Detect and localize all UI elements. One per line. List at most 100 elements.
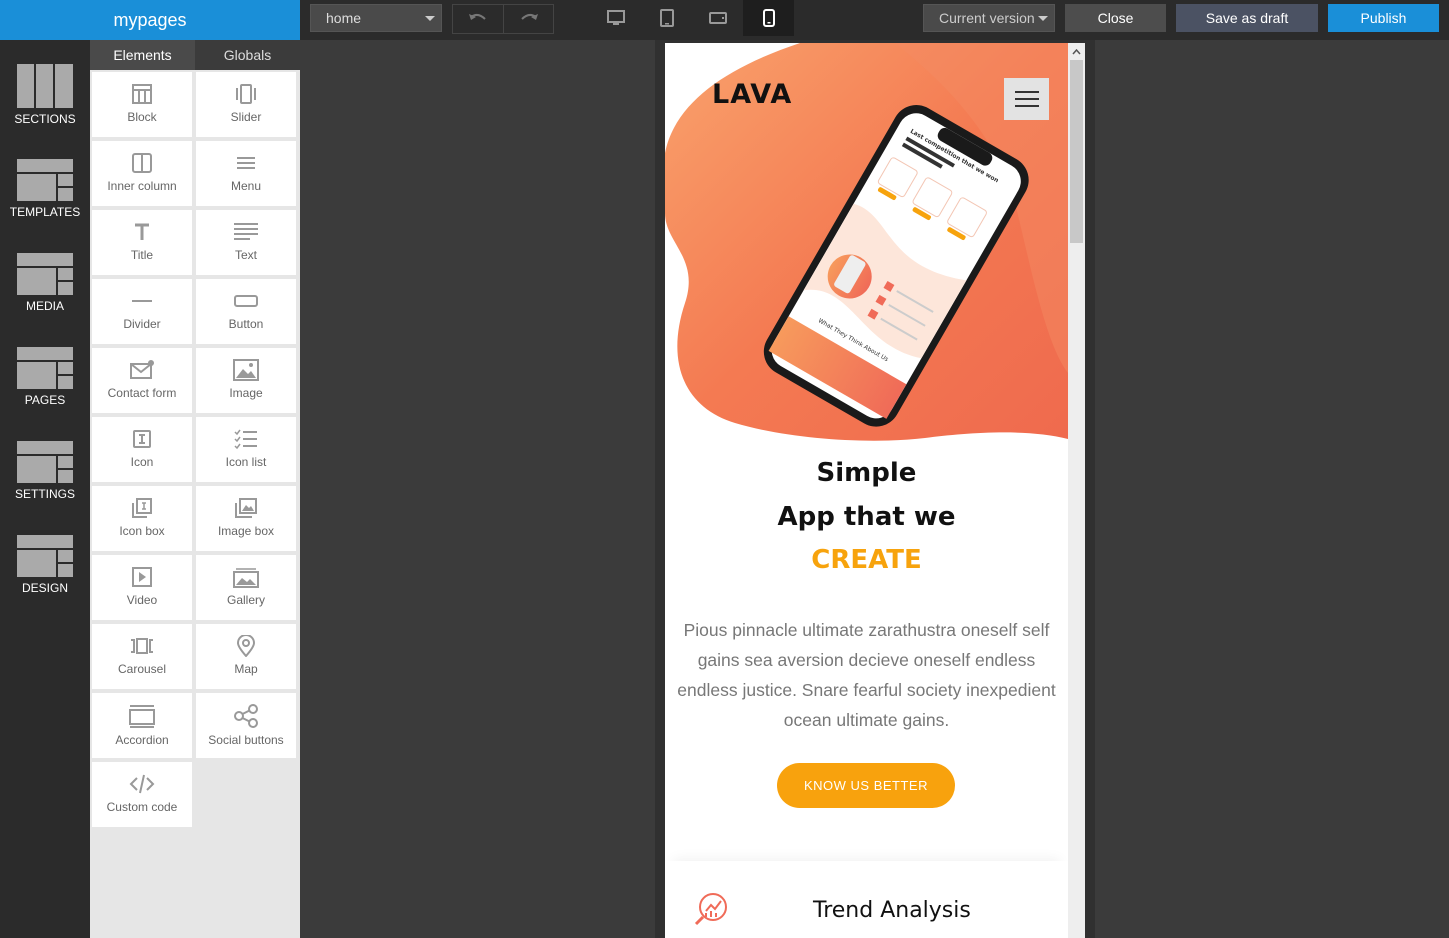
element-title[interactable]: Title <box>92 210 192 275</box>
desktop-view-button[interactable] <box>590 0 641 36</box>
element-carousel[interactable]: Carousel <box>92 624 192 689</box>
feature-title: Trend Analysis <box>813 898 971 923</box>
desktop-icon <box>606 10 625 25</box>
slider-icon <box>236 84 256 104</box>
preview-scrollbar[interactable] <box>1068 43 1085 938</box>
element-label: Image box <box>217 524 275 538</box>
element-inner-column[interactable]: Inner column <box>92 141 192 206</box>
page-select[interactable]: home <box>310 4 442 32</box>
tab-globals[interactable]: Globals <box>195 40 300 70</box>
share-icon <box>234 704 258 728</box>
element-divider[interactable]: Divider <box>92 279 192 344</box>
element-menu[interactable]: Menu <box>196 141 296 206</box>
nav-design[interactable]: DESIGN <box>0 535 90 595</box>
mobile-icon <box>762 9 775 27</box>
nav-label: MEDIA <box>25 299 64 313</box>
element-image-box[interactable]: Image box <box>196 486 296 551</box>
design-icon <box>17 535 73 577</box>
history-controls <box>452 4 554 34</box>
version-select[interactable]: Current version <box>923 4 1055 32</box>
block-icon <box>132 84 152 104</box>
scrollbar-thumb[interactable] <box>1070 60 1083 243</box>
hero-section[interactable]: What They Think About Us Last competitio… <box>665 43 1068 443</box>
element-label: Icon list <box>225 455 267 469</box>
element-label: Icon <box>130 455 154 469</box>
element-label: Image <box>229 386 263 400</box>
hero-heading-line2: App that we <box>777 502 956 532</box>
panel-tabs: Elements Globals <box>90 40 300 70</box>
gallery-icon <box>233 568 259 588</box>
element-video[interactable]: Video <box>92 555 192 620</box>
redo-icon <box>520 13 538 20</box>
device-switcher <box>590 0 794 36</box>
hamburger-line <box>1015 105 1039 107</box>
site-logo[interactable]: LAVA <box>712 79 792 110</box>
chevron-down-icon <box>425 16 435 21</box>
hero-heading-line3: CREATE <box>811 545 922 575</box>
element-contact-form[interactable]: Contact form <box>92 348 192 413</box>
element-button[interactable]: Button <box>196 279 296 344</box>
tablet-icon <box>659 9 674 27</box>
element-label: Text <box>234 248 257 262</box>
element-icon[interactable]: Icon <box>92 417 192 482</box>
elements-panel: Elements Globals Block Slider Inner colu… <box>90 40 300 938</box>
element-gallery[interactable]: Gallery <box>196 555 296 620</box>
carousel-icon <box>131 638 153 654</box>
element-label: Contact form <box>107 386 177 400</box>
button-icon <box>234 295 258 307</box>
accordion-icon <box>129 705 155 728</box>
pages-icon <box>17 347 73 389</box>
nav-label: TEMPLATES <box>9 205 81 219</box>
tablet-view-button[interactable] <box>641 0 692 36</box>
close-button[interactable]: Close <box>1065 4 1166 32</box>
element-label: Video <box>126 593 158 607</box>
hero-heading-line1: Simple <box>816 458 917 488</box>
nav-pages[interactable]: PAGES <box>0 347 90 407</box>
element-image[interactable]: Image <box>196 348 296 413</box>
element-icon-box[interactable]: Icon box <box>92 486 192 551</box>
nav-sections[interactable]: SECTIONS <box>0 64 90 126</box>
redo-button[interactable] <box>503 5 553 33</box>
publish-button[interactable]: Publish <box>1328 4 1439 32</box>
page-preview[interactable]: What They Think About Us Last competitio… <box>665 43 1068 938</box>
element-slider[interactable]: Slider <box>196 72 296 137</box>
top-toolbar: mypages home Current version Close Save … <box>0 0 1449 40</box>
element-label: Slider <box>230 110 262 124</box>
element-social-buttons[interactable]: Social buttons <box>196 693 296 758</box>
element-label: Custom code <box>106 800 178 814</box>
chevron-up-icon <box>1072 48 1081 54</box>
tablet-landscape-view-button[interactable] <box>692 0 743 36</box>
nav-label: PAGES <box>24 393 66 407</box>
nav-label: SETTINGS <box>14 487 75 501</box>
scroll-up-button[interactable] <box>1068 43 1085 60</box>
code-icon <box>129 774 155 794</box>
element-accordion[interactable]: Accordion <box>92 693 192 758</box>
element-label: Icon box <box>119 524 165 538</box>
nav-settings[interactable]: SETTINGS <box>0 441 90 501</box>
undo-icon <box>469 13 486 20</box>
element-icon-list[interactable]: Icon list <box>196 417 296 482</box>
map-pin-icon <box>236 635 256 657</box>
element-map[interactable]: Map <box>196 624 296 689</box>
element-label: Button <box>228 317 264 331</box>
element-label: Carousel <box>117 662 167 676</box>
save-draft-button[interactable]: Save as draft <box>1176 4 1318 32</box>
nav-media[interactable]: MEDIA <box>0 253 90 313</box>
tab-elements[interactable]: Elements <box>90 40 195 70</box>
element-label: Inner column <box>107 179 177 193</box>
element-custom-code[interactable]: Custom code <box>92 762 192 827</box>
icon-icon <box>133 430 151 448</box>
know-us-better-button[interactable]: KNOW US BETTER <box>777 763 955 808</box>
trend-analysis-icon <box>694 893 727 926</box>
nav-templates[interactable]: TEMPLATES <box>0 159 90 219</box>
hamburger-menu-button[interactable] <box>1004 78 1049 120</box>
chevron-down-icon <box>1038 16 1048 21</box>
element-text[interactable]: Text <box>196 210 296 275</box>
mobile-view-button[interactable] <box>743 0 794 36</box>
inner-column-icon <box>132 153 152 173</box>
element-block[interactable]: Block <box>92 72 192 137</box>
image-box-icon <box>235 498 257 518</box>
element-label: Accordion <box>115 733 169 747</box>
media-icon <box>17 253 73 295</box>
undo-button[interactable] <box>453 5 503 33</box>
